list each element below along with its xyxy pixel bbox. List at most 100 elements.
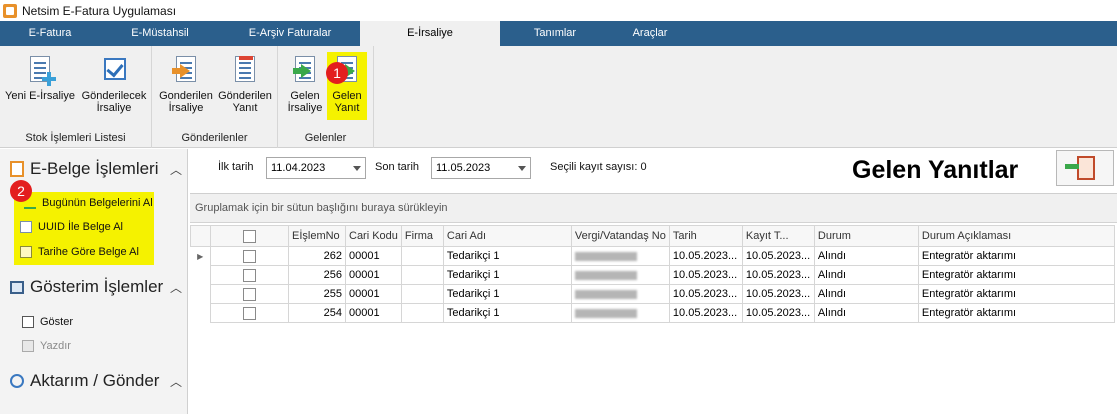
monitor-icon (10, 280, 24, 294)
list-icon (22, 316, 34, 328)
cell-vergi-no-redacted (570, 284, 670, 304)
cell-durum: Alındı (813, 246, 919, 266)
tab-e-fatura[interactable]: E-Fatura (0, 21, 100, 46)
table-row[interactable]: 256 00001 Tedarikçi 1 10.05.2023... 10.0… (190, 265, 1115, 285)
row-indicator (190, 303, 211, 323)
tab-tanimlar[interactable]: Tanımlar (500, 21, 610, 46)
chevron-up-icon[interactable]: ︿ (170, 373, 182, 390)
cell-firma (400, 303, 444, 323)
cell-vergi-no-redacted (570, 303, 670, 323)
ribbon-group-label: Gönderilenler (181, 132, 248, 144)
cell-cari-kodu: 00001 (345, 303, 402, 323)
tab-e-mustahsil[interactable]: E-Müstahsil (100, 21, 220, 46)
current-row-indicator-icon: ▶ (190, 246, 211, 266)
row-checkbox[interactable] (210, 265, 289, 285)
group-by-panel[interactable]: Gruplamak için bir sütun başlığını buray… (190, 194, 1117, 223)
section-aktarim[interactable]: Aktarım / Gönder ︿ (10, 371, 182, 391)
cell-no: 255 (288, 284, 346, 304)
col-cari-kodu[interactable]: Cari Kodu (345, 225, 402, 247)
start-date-picker[interactable]: 11.04.2023 (266, 157, 366, 179)
new-irsaliye-button[interactable]: Yeni E-İrsaliye (4, 54, 76, 102)
cell-firma (400, 265, 444, 285)
reply-doc-icon (229, 54, 261, 86)
cell-no: 262 (288, 246, 346, 266)
cell-cari-adi: Tedarikçi 1 (442, 303, 572, 323)
gelen-irsaliye-button[interactable]: Gelen İrsaliye (284, 54, 326, 114)
gonderilen-irsaliye-button[interactable]: Gonderilen İrsaliye (156, 54, 216, 114)
gonderilen-yanit-button[interactable]: Gönderilen Yanıt (216, 54, 274, 114)
col-firma[interactable]: Firma (400, 225, 444, 247)
cell-tarih: 10.05.2023... (668, 265, 743, 285)
col-kayit[interactable]: Kayıt T... (741, 225, 815, 247)
chevron-down-icon[interactable] (514, 158, 530, 178)
ribbon: Yeni E-İrsaliye Gönderilecek İrsaliye St… (0, 46, 1117, 148)
cell-vergi-no-redacted (570, 246, 670, 266)
col-durum[interactable]: Durum (813, 225, 919, 247)
row-indicator-header (190, 225, 211, 247)
tab-e-irsaliye[interactable]: E-İrsaliye (360, 21, 500, 46)
row-checkbox[interactable] (210, 246, 289, 266)
cell-kayit: 10.05.2023... (741, 303, 815, 323)
exit-button[interactable] (1056, 150, 1114, 186)
cell-durum-aciklamasi: Entegratör aktarımı (917, 265, 1115, 285)
cell-tarih: 10.05.2023... (668, 303, 743, 323)
table-header: EİşlemNo Cari Kodu Firma Cari Adı Vergi/… (190, 225, 1115, 247)
end-date-picker[interactable]: 11.05.2023 (431, 157, 531, 179)
cell-durum-aciklamasi: Entegratör aktarımı (917, 303, 1115, 323)
selected-count: Seçili kayıt sayısı: 0 (550, 161, 647, 173)
cell-cari-adi: Tedarikçi 1 (442, 284, 572, 304)
cell-vergi-no-redacted (570, 265, 670, 285)
bugunun-belgelerini-al-item[interactable]: Bugünün Belgelerini Al (24, 197, 153, 209)
incoming-doc-icon (289, 54, 321, 86)
row-indicator (190, 284, 211, 304)
cell-cari-adi: Tedarikçi 1 (442, 265, 572, 285)
col-vergi-no[interactable]: Vergi/Vatandaş No (570, 225, 670, 247)
cell-cari-kodu: 00001 (345, 265, 402, 285)
checkbox-icon (98, 54, 130, 86)
select-all-checkbox[interactable] (210, 225, 289, 247)
uuid-doc-icon (20, 221, 32, 233)
cell-durum: Alındı (813, 265, 919, 285)
goster-item[interactable]: Göster (22, 316, 73, 328)
ribbon-group-gelenler: Gelen İrsaliye Gelen Yanıt Gelenler (278, 46, 374, 148)
section-e-belge[interactable]: E-Belge İşlemleri ︿ (10, 159, 182, 179)
cell-no: 254 (288, 303, 346, 323)
yazdir-item[interactable]: Yazdır (22, 340, 71, 352)
tab-araclar[interactable]: Araçlar (610, 21, 690, 46)
tarihe-gore-belge-al-item[interactable]: Tarihe Göre Belge Al (20, 246, 139, 258)
data-grid: Gruplamak için bir sütun başlığını buray… (190, 193, 1117, 414)
ribbon-group-label: Gelenler (304, 132, 347, 144)
calendar-download-icon (20, 246, 32, 258)
uuid-ile-belge-al-item[interactable]: UUID İle Belge Al (20, 221, 123, 233)
cell-kayit: 10.05.2023... (741, 265, 815, 285)
chevron-down-icon[interactable] (349, 158, 365, 178)
clipboard-icon (10, 161, 24, 177)
cell-durum: Alındı (813, 303, 919, 323)
table-row[interactable]: 255 00001 Tedarikçi 1 10.05.2023... 10.0… (190, 284, 1115, 304)
col-eislemno[interactable]: EİşlemNo (288, 225, 346, 247)
left-panel: 2 E-Belge İşlemleri ︿ Bugünün Belgelerin… (0, 149, 188, 414)
col-cari-adi[interactable]: Cari Adı (442, 225, 572, 247)
window-title: Netsim E-Fatura Uygulaması (22, 3, 177, 18)
row-checkbox[interactable] (210, 284, 289, 304)
cell-tarih: 10.05.2023... (668, 246, 743, 266)
section-gosterim[interactable]: Gösterim İşlemler ︿ (10, 277, 182, 297)
col-tarih[interactable]: Tarih (668, 225, 743, 247)
gonderilecek-irsaliye-button[interactable]: Gönderilecek İrsaliye (78, 54, 150, 114)
cell-firma (400, 246, 444, 266)
ribbon-group-gonderilenler: Gonderilen İrsaliye Gönderilen Yanıt Gön… (152, 46, 278, 148)
ribbon-group-stok: Yeni E-İrsaliye Gönderilecek İrsaliye St… (0, 46, 152, 148)
tab-e-arsiv[interactable]: E-Arşiv Faturalar (220, 21, 360, 46)
chevron-up-icon[interactable]: ︿ (170, 161, 182, 178)
transfer-icon (10, 374, 24, 388)
chevron-up-icon[interactable]: ︿ (170, 279, 182, 296)
cell-cari-kodu: 00001 (345, 246, 402, 266)
col-durum-aciklamasi[interactable]: Durum Açıklaması (917, 225, 1115, 247)
table-row[interactable]: ▶ 262 00001 Tedarikçi 1 10.05.2023... 10… (190, 246, 1115, 266)
table-row[interactable]: 254 00001 Tedarikçi 1 10.05.2023... 10.0… (190, 303, 1115, 323)
cell-cari-kodu: 00001 (345, 284, 402, 304)
row-checkbox[interactable] (210, 303, 289, 323)
page-title: Gelen Yanıtlar (852, 156, 1019, 184)
arrow-right-icon (1065, 164, 1079, 169)
new-doc-icon (24, 54, 56, 86)
